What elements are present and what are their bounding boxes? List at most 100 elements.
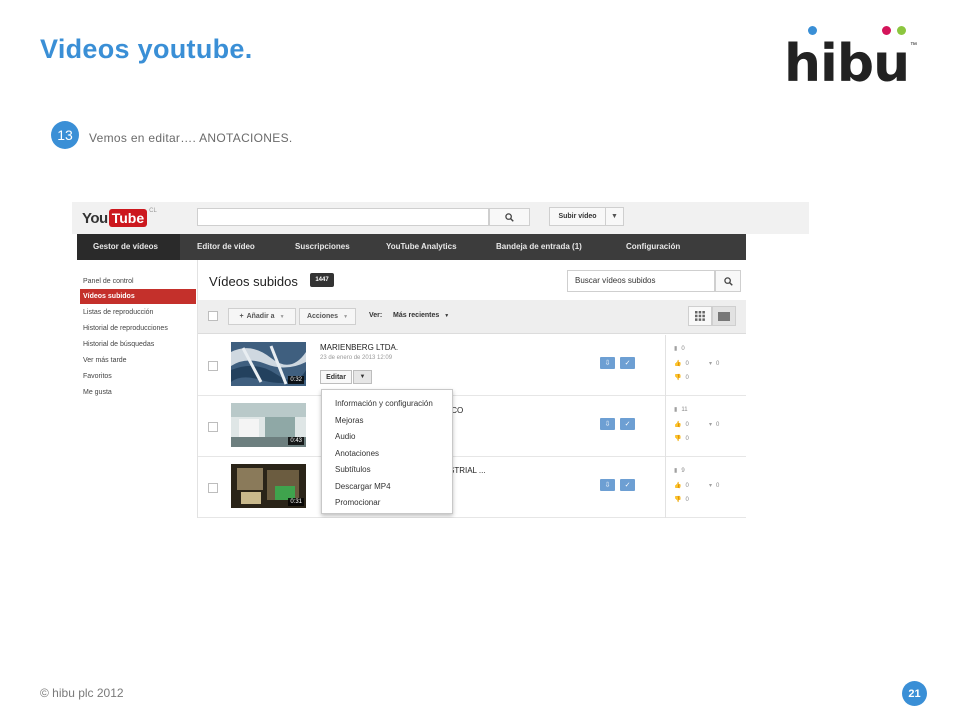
likes-stat: 👍 0	[674, 361, 689, 367]
add-to-button[interactable]: + Añadir a ▼	[228, 308, 296, 325]
sort-dropdown[interactable]: Más recientes ▼	[393, 312, 449, 319]
select-all-checkbox[interactable]	[208, 311, 218, 321]
views-stat: ▮ 11	[674, 407, 688, 413]
edit-dropdown-menu: Información y configuración Mejoras Audi…	[321, 389, 453, 514]
sidebar-item-listas[interactable]: Listas de reproducción	[80, 305, 196, 320]
copyright-footer: © hibu plc 2012	[40, 686, 124, 700]
sidebar-item-ver-mas-tarde[interactable]: Ver más tarde	[80, 353, 196, 368]
caret-down-icon: ▼	[611, 213, 618, 220]
views-icon: ▮	[674, 407, 678, 413]
video-title[interactable]: STRIAL ...	[449, 466, 486, 475]
logo-country: CL	[149, 208, 157, 214]
sidebar: Panel de control Vídeos subidos Listas d…	[77, 260, 198, 518]
nav-bandeja[interactable]: Bandeja de entrada (1)	[496, 234, 582, 260]
views-icon: ▮	[674, 346, 678, 352]
nav-editor-video[interactable]: Editor de vídeo	[197, 234, 255, 260]
nav-gestor-videos[interactable]: Gestor de vídeos	[77, 234, 180, 260]
video-date: 23 de enero de 2013 12:09	[320, 355, 393, 361]
menu-item-info-config[interactable]: Información y configuración	[335, 399, 433, 408]
edit-button[interactable]: Editar	[320, 370, 352, 384]
sidebar-item-me-gusta[interactable]: Me gusta	[80, 385, 196, 400]
logo-you: You	[82, 209, 108, 227]
edit-menu-button[interactable]: ▼	[353, 370, 372, 384]
upload-button[interactable]: Subir vídeo	[549, 207, 606, 226]
check-icon: ✓	[624, 421, 631, 428]
video-row: 0:43 ICO ⇩ ✓ ▮ 11 👍 0 ▾ 0 👎 0	[198, 396, 746, 457]
download-button[interactable]: ⇩	[600, 479, 615, 491]
sidebar-item-historial-busquedas[interactable]: Historial de búsquedas	[80, 337, 196, 352]
logo-tube: Tube	[108, 209, 148, 227]
sidebar-item-panel[interactable]: Panel de control	[80, 274, 196, 289]
video-stats: ▮ 9 👍 0 ▾ 0 👎 0	[665, 457, 746, 518]
video-duration: 0:32	[288, 376, 304, 384]
dislikes-count-stat: 👎 0	[674, 375, 689, 381]
step-number: 13	[51, 121, 79, 149]
comments-stat: ▾ 0	[709, 483, 720, 489]
comment-icon: ▾	[709, 422, 713, 428]
nav-suscripciones[interactable]: Suscripciones	[295, 234, 350, 260]
video-thumbnail[interactable]: 0:32	[231, 342, 306, 386]
check-button[interactable]: ✓	[620, 357, 635, 369]
download-icon: ⇩	[604, 421, 611, 428]
video-title[interactable]: MARIENBERG LTDA.	[320, 343, 398, 352]
caret-down-icon: ▼	[279, 313, 285, 320]
caret-down-icon: ▼	[359, 374, 366, 380]
check-button[interactable]: ✓	[620, 479, 635, 491]
video-row: 0:31 STRIAL ... ⇩ ✓ ▮ 9 👍 0 ▾ 0 👎 0	[198, 457, 746, 518]
thumbs-down-icon: 👎	[674, 375, 682, 381]
menu-item-subtitulos[interactable]: Subtítulos	[335, 465, 371, 474]
menu-item-mejoras[interactable]: Mejoras	[335, 416, 363, 425]
youtube-logo[interactable]: You Tube CL	[82, 208, 157, 228]
search-icon	[723, 276, 733, 286]
dislikes-stat: 👎 0	[674, 497, 689, 503]
video-thumbnail[interactable]: 0:43	[231, 403, 306, 447]
nav-analytics[interactable]: YouTube Analytics	[386, 234, 457, 260]
video-stats: ▮ 0 👍 0 ▾ 0 👎 0	[665, 335, 746, 396]
menu-item-audio[interactable]: Audio	[335, 432, 355, 441]
video-row: 0:32 MARIENBERG LTDA. 23 de enero de 201…	[198, 335, 746, 396]
slide-title: Videos youtube.	[40, 34, 253, 64]
row-checkbox[interactable]	[208, 422, 218, 432]
menu-item-descargar-mp4[interactable]: Descargar MP4	[335, 482, 391, 491]
videos-search-button[interactable]	[715, 270, 741, 292]
download-icon: ⇩	[604, 482, 611, 489]
sidebar-item-videos-subidos[interactable]: Vídeos subidos	[80, 289, 196, 304]
row-checkbox[interactable]	[208, 483, 218, 493]
thumbs-up-icon: 👍	[674, 422, 682, 428]
nav-configuracion[interactable]: Configuración	[626, 234, 680, 260]
videos-search-input[interactable]: Buscar vídeos subidos	[567, 270, 715, 292]
video-stats: ▮ 11 👍 0 ▾ 0 👎 0	[665, 396, 746, 457]
list-view-button[interactable]	[712, 306, 736, 326]
hibu-logo: hibu ™	[784, 26, 924, 90]
menu-item-promocionar[interactable]: Promocionar	[335, 498, 380, 507]
video-count-badge: 1447	[310, 273, 334, 287]
download-icon: ⇩	[604, 360, 611, 367]
youtube-screenshot: You Tube CL Subir vídeo ▼ Gestor de víde…	[72, 202, 809, 518]
likes-stat: 👍 0	[674, 483, 689, 489]
grid-view-button[interactable]	[688, 306, 712, 326]
caret-down-icon: ▼	[444, 313, 450, 319]
upload-menu-button[interactable]: ▼	[605, 207, 624, 226]
actions-button[interactable]: Acciones ▼	[299, 308, 356, 325]
caret-down-icon: ▼	[343, 313, 349, 320]
sidebar-item-favoritos[interactable]: Favoritos	[80, 369, 196, 384]
comment-icon: ▾	[709, 361, 713, 367]
sidebar-item-historial-reproducciones[interactable]: Historial de reproducciones	[80, 321, 196, 336]
thumbs-down-icon: 👎	[674, 436, 682, 442]
views-icon: ▮	[674, 468, 678, 474]
grid-icon	[695, 311, 705, 321]
video-thumbnail[interactable]: 0:31	[231, 464, 306, 508]
thumbs-down-icon: 👎	[674, 497, 682, 503]
check-icon: ✓	[624, 482, 631, 489]
masthead-search-button[interactable]	[489, 208, 530, 226]
row-checkbox[interactable]	[208, 361, 218, 371]
masthead-search-input[interactable]	[197, 208, 489, 226]
menu-item-anotaciones[interactable]: Anotaciones	[335, 449, 379, 458]
download-button[interactable]: ⇩	[600, 418, 615, 430]
page-number: 21	[902, 681, 927, 706]
comments-stat: ▾ 0	[709, 422, 720, 428]
download-button[interactable]: ⇩	[600, 357, 615, 369]
step-instruction: Vemos en editar…. ANOTACIONES.	[89, 131, 293, 145]
video-duration: 0:43	[288, 437, 304, 445]
check-button[interactable]: ✓	[620, 418, 635, 430]
